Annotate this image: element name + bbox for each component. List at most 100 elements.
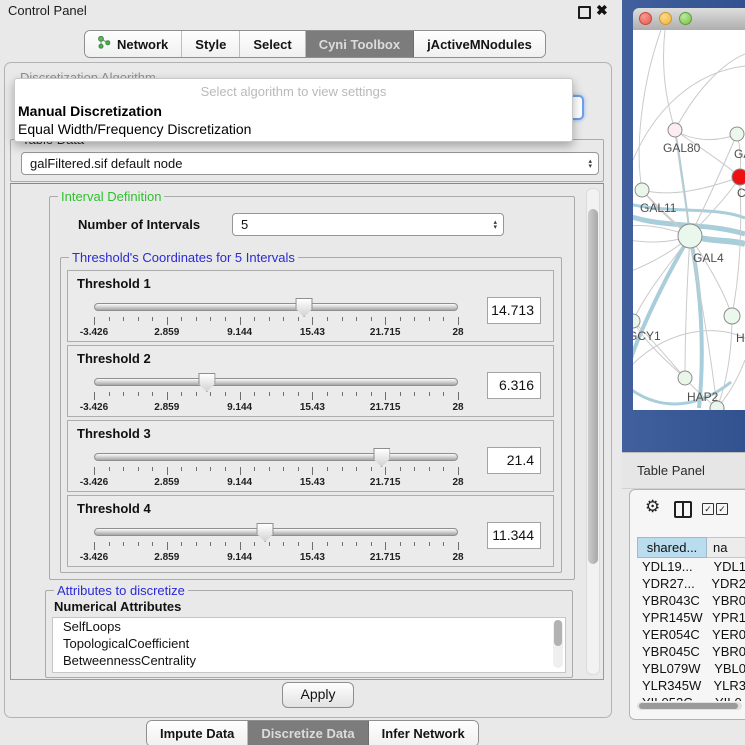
threshold-slider[interactable]: -3.4262.8599.14415.4321.71528: [94, 297, 458, 339]
slider-track[interactable]: [94, 528, 458, 536]
apply-button[interactable]: Apply: [282, 682, 354, 708]
table-row[interactable]: YDL19...YDL1: [637, 558, 745, 575]
cell-name[interactable]: YDR2: [703, 576, 745, 591]
table-row[interactable]: YBL079WYBL0: [637, 660, 745, 677]
table-row[interactable]: YIL052CYIL0: [637, 694, 745, 701]
tab-cyni-toolbox[interactable]: Cyni Toolbox: [306, 31, 414, 57]
slider-track[interactable]: [94, 378, 458, 386]
cell-shared-name[interactable]: YBR045C: [637, 644, 704, 659]
control-panel-titlebar: Control Panel ✖: [0, 0, 618, 22]
zoom-traffic-light[interactable]: [679, 12, 692, 25]
slider-thumb[interactable]: [257, 523, 274, 542]
slider-tick: [371, 317, 372, 321]
cell-shared-name[interactable]: YDL19...: [637, 559, 705, 574]
slider-tick: [94, 542, 95, 550]
node-gal11[interactable]: [635, 183, 649, 197]
slider-tick: [240, 542, 241, 550]
threshold-value-field[interactable]: 21.4: [487, 447, 541, 474]
table-row[interactable]: YBR043CYBR0: [637, 592, 745, 609]
tab-infer-network[interactable]: Infer Network: [369, 721, 478, 745]
attributes-list-scrollbar[interactable]: [553, 620, 563, 668]
node-h[interactable]: [724, 308, 740, 324]
slider-track[interactable]: [94, 303, 458, 311]
threshold-slider[interactable]: -3.4262.8599.14415.4321.71528: [94, 447, 458, 489]
slider-thumb[interactable]: [373, 448, 390, 467]
tab-select[interactable]: Select: [240, 31, 305, 57]
checkbox-icon[interactable]: ✓: [716, 503, 728, 515]
cell-name[interactable]: YER0: [704, 627, 745, 642]
tab-style[interactable]: Style: [182, 31, 240, 57]
table-horizontal-scrollbar[interactable]: [637, 702, 742, 710]
checkbox-icon[interactable]: ✓: [702, 503, 714, 515]
cell-shared-name[interactable]: YIL052C: [637, 695, 707, 701]
dropdown-placeholder-item[interactable]: Select algorithm to view settings: [15, 84, 572, 99]
slider-tick: [240, 317, 241, 325]
threshold-value-field[interactable]: 11.344: [487, 522, 541, 549]
float-window-icon[interactable]: [578, 6, 591, 19]
close-icon[interactable]: ✖: [596, 2, 608, 19]
table-row[interactable]: YLR345WYLR3: [637, 677, 745, 694]
cell-name[interactable]: YLR3: [705, 678, 745, 693]
settings-vertical-scrollbar[interactable]: [586, 188, 600, 675]
cell-name[interactable]: YDL1: [705, 559, 745, 574]
tab-jactivemnodules[interactable]: jActiveMNodules: [414, 31, 545, 57]
scrollbar-thumb[interactable]: [588, 209, 598, 564]
minimize-traffic-light[interactable]: [659, 12, 672, 25]
threshold-slider[interactable]: -3.4262.8599.14415.4321.71528: [94, 372, 458, 414]
cell-name[interactable]: YIL0: [707, 695, 745, 701]
scrollbar-thumb[interactable]: [554, 620, 562, 646]
dropdown-option-manual-discretization[interactable]: Manual Discretization: [18, 103, 162, 119]
slider-tick: [196, 317, 197, 321]
network-window-titlebar[interactable]: [633, 8, 745, 31]
slider-tick: [414, 392, 415, 396]
cell-shared-name[interactable]: YLR345W: [637, 678, 705, 693]
tab-discretize-data[interactable]: Discretize Data: [248, 721, 368, 745]
numerical-attributes-list[interactable]: SelfLoopsTopologicalCoefficientBetweenne…: [52, 617, 566, 673]
slider-track[interactable]: [94, 453, 458, 461]
network-canvas[interactable]: GAL80GACGAL11GAL4GCY1HHAP2: [633, 30, 745, 410]
slider-thumb[interactable]: [296, 298, 313, 317]
threshold-value-field[interactable]: 6.316: [487, 372, 541, 399]
column-header-shared[interactable]: shared...: [637, 537, 707, 558]
split-columns-icon[interactable]: [674, 501, 692, 518]
slider-tick: [167, 467, 168, 475]
number-of-intervals-combobox[interactable]: 5 ▴▾: [232, 213, 504, 236]
table-row[interactable]: YPR145WYPR1: [637, 609, 745, 626]
attribute-item-betweennesscentrality[interactable]: BetweennessCentrality: [53, 652, 565, 669]
table-row[interactable]: YBR045CYBR0: [637, 643, 745, 660]
node-selected-red[interactable]: [732, 169, 745, 185]
cell-shared-name[interactable]: YDR27...: [637, 576, 703, 591]
cell-name[interactable]: YPR1: [704, 610, 745, 625]
node-hap2[interactable]: [678, 371, 692, 385]
threshold-value-field[interactable]: 14.713: [487, 297, 541, 324]
slider-thumb[interactable]: [198, 373, 215, 392]
slider-tick-label: 28: [452, 402, 463, 413]
table-row[interactable]: YDR27...YDR2: [637, 575, 745, 592]
cell-name[interactable]: YBR0: [704, 593, 745, 608]
table-data-combobox[interactable]: galFiltered.sif default node ▴▾: [21, 152, 599, 175]
cell-name[interactable]: YBL0: [706, 661, 745, 676]
node-gal80[interactable]: [668, 123, 682, 137]
attribute-item-selfloops[interactable]: SelfLoops: [53, 618, 565, 635]
cell-name[interactable]: YBR0: [704, 644, 745, 659]
column-header-name[interactable]: na: [707, 537, 745, 558]
threshold-slider[interactable]: -3.4262.8599.14415.4321.71528: [94, 522, 458, 564]
node-g[interactable]: [730, 127, 744, 141]
tab-network[interactable]: Network: [85, 31, 182, 57]
cell-shared-name[interactable]: YPR145W: [637, 610, 704, 625]
node-gcy1[interactable]: [633, 314, 640, 328]
slider-tick: [400, 317, 401, 321]
dropdown-option-equal-width-frequency[interactable]: Equal Width/Frequency Discretization: [18, 121, 251, 137]
slider-tick: [327, 317, 328, 321]
attribute-item-topologicalcoefficient[interactable]: TopologicalCoefficient: [53, 635, 565, 652]
node-gal4[interactable]: [678, 224, 702, 248]
cell-shared-name[interactable]: YBR043C: [637, 593, 704, 608]
gear-icon[interactable]: ⚙: [645, 498, 660, 515]
slider-tick: [109, 467, 110, 471]
cell-shared-name[interactable]: YER054C: [637, 627, 704, 642]
scrollbar-thumb[interactable]: [639, 703, 738, 709]
tab-impute-data[interactable]: Impute Data: [147, 721, 248, 745]
cell-shared-name[interactable]: YBL079W: [637, 661, 706, 676]
close-traffic-light[interactable]: [639, 12, 652, 25]
table-row[interactable]: YER054CYER0: [637, 626, 745, 643]
